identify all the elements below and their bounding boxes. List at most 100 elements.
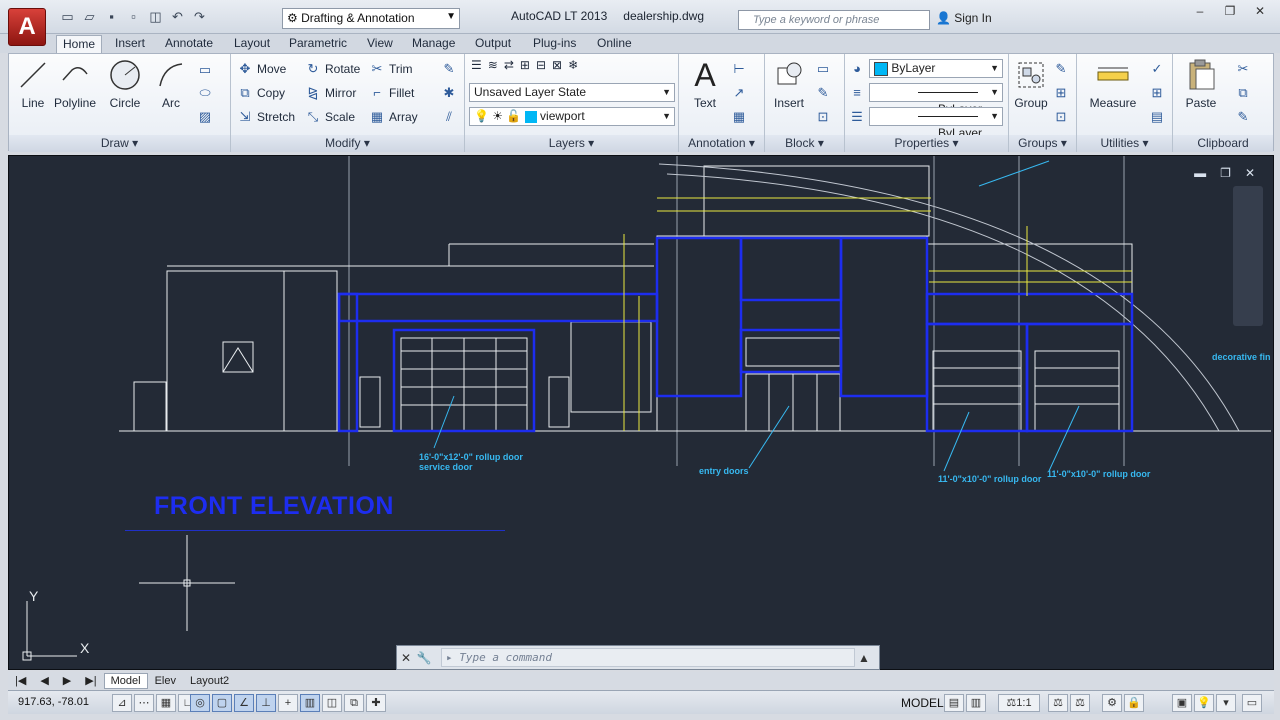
status-menu-icon[interactable]: ▾ [1216,694,1236,712]
properties-panel-title[interactable]: Properties ▾ [845,135,1008,152]
navigation-bar[interactable] [1233,186,1263,326]
layer-dropdown[interactable]: 💡 ☀ 🔓 viewport ▼ [469,107,675,126]
grid-icon[interactable]: ▦ [156,694,176,712]
match-properties-button[interactable]: ◕ [849,61,865,77]
quick-properties-icon[interactable]: ⧉ [344,694,364,712]
new-icon[interactable]: ▭ [58,8,77,26]
calculator-button[interactable]: ▤ [1149,109,1165,125]
otrack-icon[interactable]: ∠ [234,694,254,712]
nav-last-icon[interactable]: ▶| [78,673,103,689]
rectangle-button[interactable]: ▭ [197,62,213,78]
chevron-up-icon[interactable]: ▲ [855,651,873,665]
tab-parametric[interactable]: Parametric [283,35,353,53]
tab-view[interactable]: View [361,35,399,53]
minimize-viewport-icon[interactable]: ▬ [1194,166,1206,180]
array-button[interactable]: ▦ Array [369,109,418,125]
cut-button[interactable]: ✂ [1235,61,1251,77]
dynamic-ucs-icon[interactable]: ⊥ [256,694,276,712]
nav-next-icon[interactable]: ▶ [56,673,78,689]
tab-elev[interactable]: Elev [148,673,183,689]
nav-first-icon[interactable]: |◀ [8,673,33,689]
tab-layout[interactable]: Layout [228,35,276,53]
undo-icon[interactable]: ↶ [168,8,187,26]
ungroup-button[interactable]: ✎ [1053,61,1069,77]
insert-button[interactable]: Insert [767,58,811,110]
leader-button[interactable]: ↗ [731,85,747,101]
osnap-icon[interactable]: ▢ [212,694,232,712]
tab-online[interactable]: Online [591,35,638,53]
selection-cycling-icon[interactable]: ✚ [366,694,386,712]
save-icon[interactable]: ▪ [102,8,121,26]
layer-isolate-icon[interactable]: ⊟ [536,58,546,72]
color-dropdown[interactable]: ByLayer ▼ [869,59,1003,78]
quick-view-layouts-icon[interactable]: ▤ [944,694,964,712]
move-button[interactable]: ✥ Move [237,61,287,77]
coordinates-readout[interactable]: 917.63, -78.01 [18,696,89,708]
groups-panel-title[interactable]: Groups ▾ [1009,135,1076,152]
trim-button[interactable]: ✂ Trim [369,61,413,77]
group-button[interactable]: Group [1009,58,1053,110]
table-button[interactable]: ▦ [731,109,747,125]
clean-screen-icon[interactable]: ▭ [1242,694,1262,712]
line-button[interactable]: Line [11,58,55,110]
search-input[interactable]: Type a keyword or phrase [738,10,930,30]
arc-button[interactable]: Arc [149,58,193,110]
draw-panel-title[interactable]: Draw ▾ [9,135,230,152]
infer-constraints-icon[interactable]: ⊿ [112,694,132,712]
match-props-button[interactable]: ✎ [1235,109,1251,125]
fillet-button[interactable]: ⌐ Fillet [369,85,414,101]
annotation-panel-title[interactable]: Annotation ▾ [679,135,764,152]
layer-freeze-icon[interactable]: ❄ [568,58,578,72]
polar-icon[interactable]: ◎ [190,694,210,712]
offset-button[interactable]: ⫽ [441,109,457,125]
wrench-icon[interactable]: 🔧 [415,651,433,665]
snap-icon[interactable]: ⋯ [134,694,154,712]
command-input[interactable]: ▸ Type a command [441,648,855,667]
lineweight-dropdown[interactable]: ByLayer ▼ [869,107,1003,140]
workspace-dropdown[interactable]: ⚙ Drafting & Annotation ▼ [282,8,460,29]
plot-icon[interactable]: ◫ [146,8,165,26]
copy-button[interactable]: ⧉ Copy [237,85,285,101]
annotation-scale-dropdown[interactable]: ⚖1:1 [998,694,1040,712]
save-as-icon[interactable]: ▫ [124,8,143,26]
copy-clip-button[interactable]: ⧉ [1235,85,1251,101]
ellipse-button[interactable]: ⬭ [197,85,213,101]
tab-home[interactable]: Home [56,35,103,53]
layer-match-icon[interactable]: ≋ [488,58,498,72]
tab-plugins[interactable]: Plug-ins [527,35,582,53]
mirror-button[interactable]: ⧎ Mirror [305,85,357,101]
dimension-button[interactable]: ⊢ [731,61,747,77]
dynamic-input-icon[interactable]: + [278,694,298,712]
text-button[interactable]: A Text [683,57,727,111]
edit-block-button[interactable]: ✎ [815,85,831,101]
group-selection-button[interactable]: ⊡ [1053,109,1069,125]
tab-annotate[interactable]: Annotate [159,35,219,53]
hatch-button[interactable]: ▨ [197,109,213,125]
layer-properties-icon[interactable]: ☰ [471,58,482,72]
tab-insert[interactable]: Insert [109,35,151,53]
tab-model[interactable]: Model [103,672,148,689]
lineweight-toggle-icon[interactable]: ▥ [300,694,320,712]
transparency-icon[interactable]: ◫ [322,694,342,712]
modify-panel-title[interactable]: Modify ▾ [231,135,464,152]
edit-attributes-button[interactable]: ⊡ [815,109,831,125]
lock-ui-icon[interactable]: 🔒 [1124,694,1144,712]
tab-output[interactable]: Output [469,35,517,53]
block-panel-title[interactable]: Block ▾ [765,135,844,152]
stretch-button[interactable]: ⇲ Stretch [237,109,295,125]
open-icon[interactable]: ▱ [80,8,99,26]
layer-previous-icon[interactable]: ⇄ [504,58,514,72]
restore-viewport-icon[interactable]: ❐ [1220,166,1231,180]
erase-button[interactable]: ✎ [441,61,457,77]
close-icon[interactable]: ✕ [397,651,415,665]
layer-state-icon[interactable]: ⊞ [520,58,530,72]
scale-button[interactable]: ⤡ Scale [305,109,355,125]
restore-icon[interactable]: ❐ [1216,2,1244,20]
quick-view-drawings-icon[interactable]: ▥ [966,694,986,712]
create-block-button[interactable]: ▭ [815,61,831,77]
measure-button[interactable]: Measure [1087,58,1139,110]
group-edit-button[interactable]: ⊞ [1053,85,1069,101]
circle-button[interactable]: Circle [103,58,147,110]
nav-prev-icon[interactable]: ◀ [33,673,55,689]
layers-panel-title[interactable]: Layers ▾ [465,135,678,152]
